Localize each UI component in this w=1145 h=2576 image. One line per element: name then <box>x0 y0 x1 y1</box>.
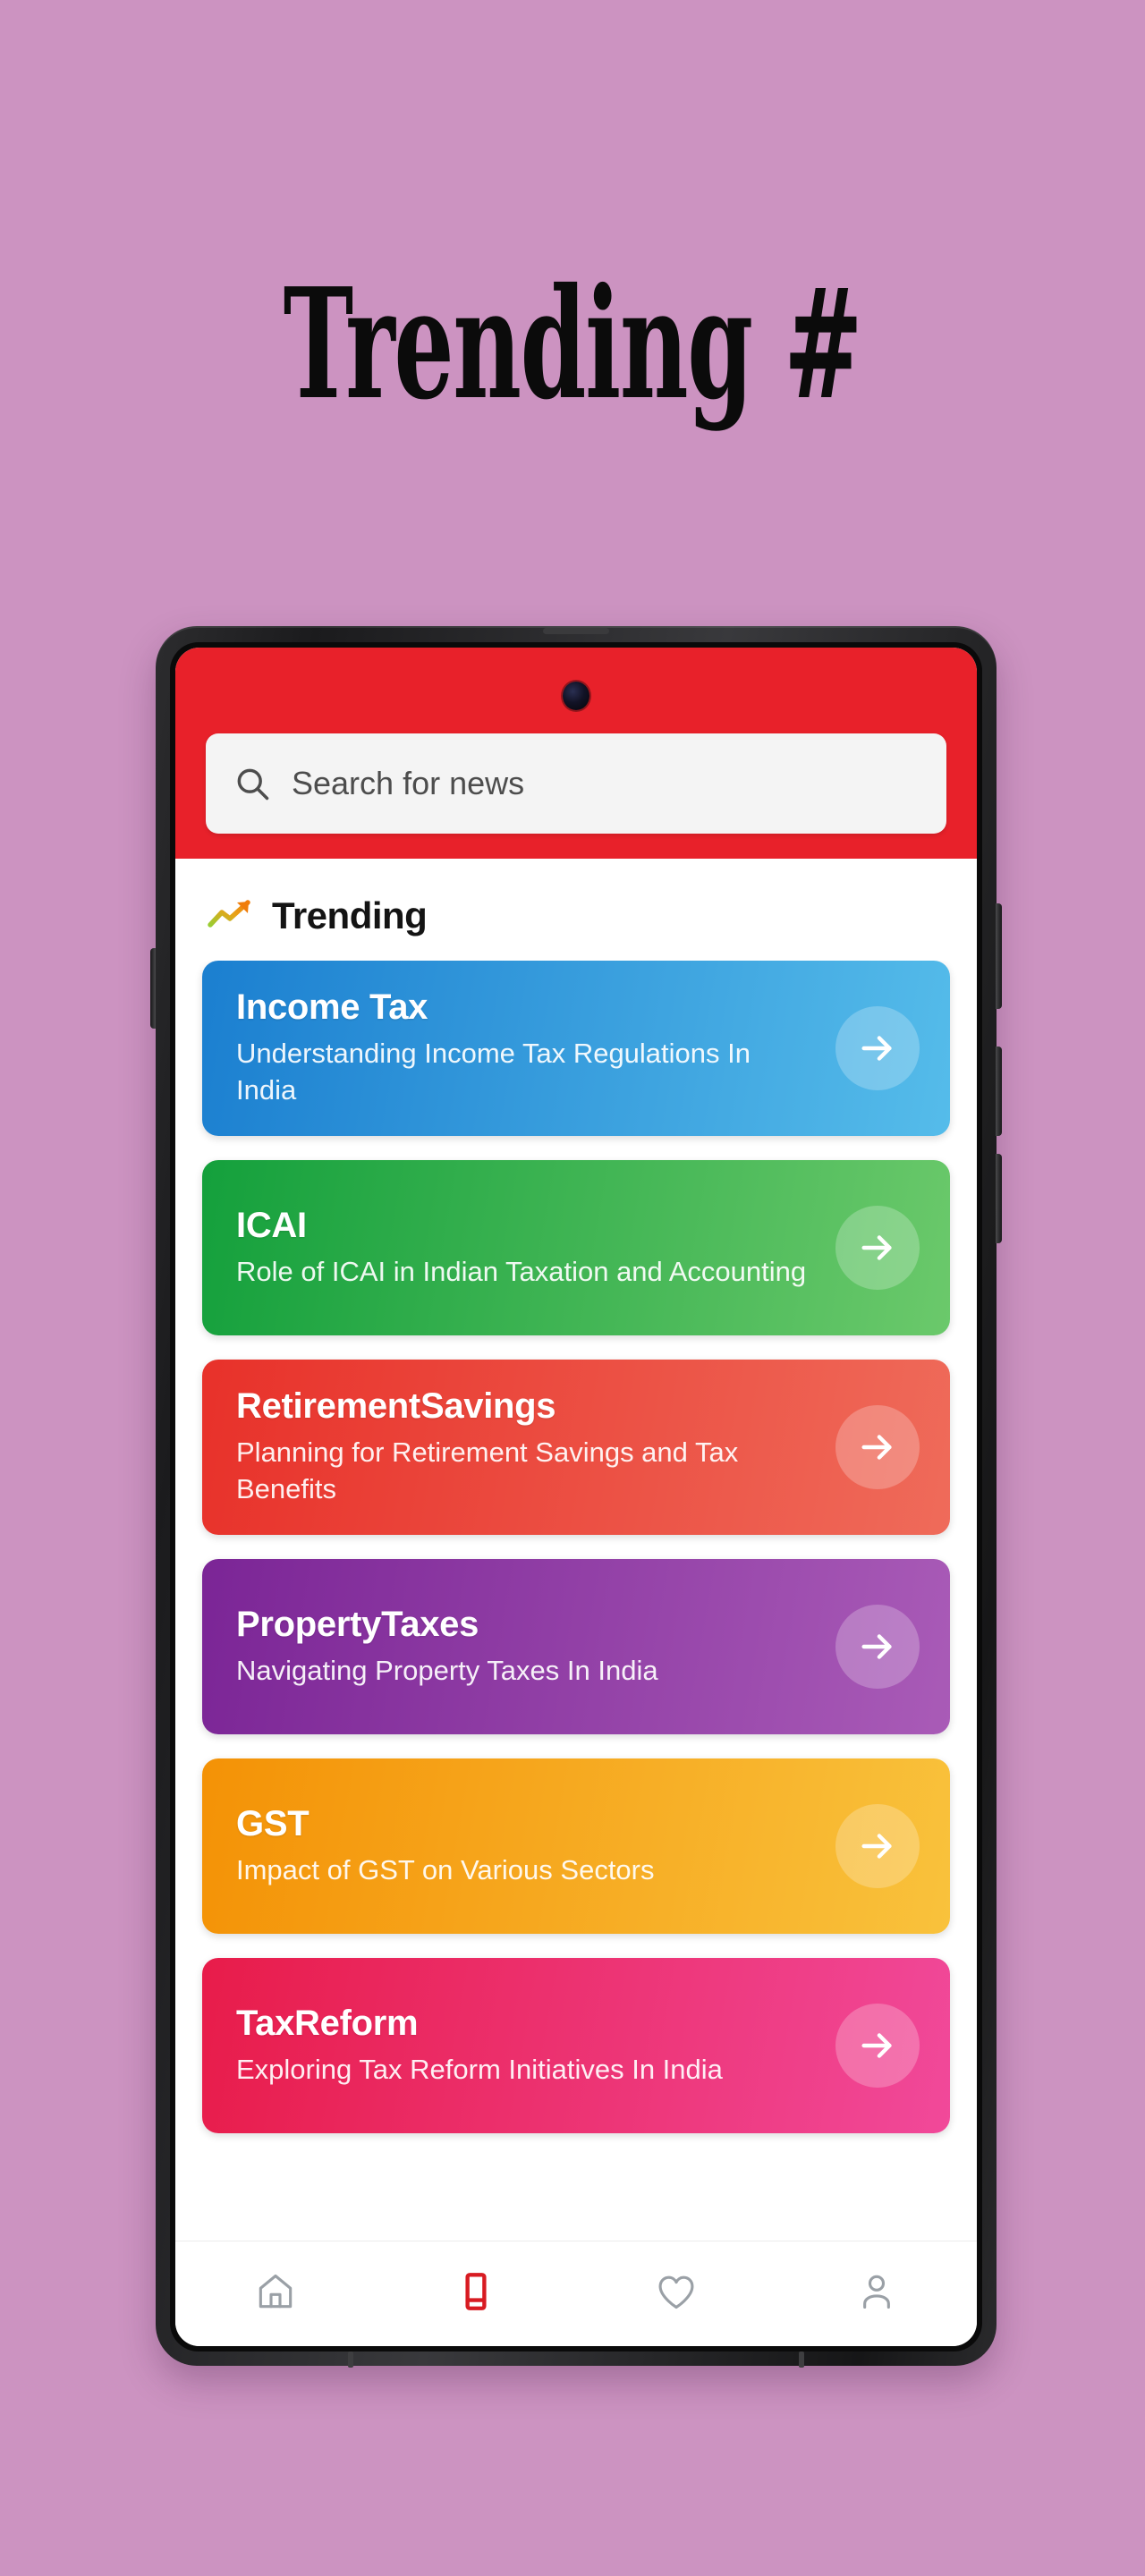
trending-card[interactable]: PropertyTaxes Navigating Property Taxes … <box>202 1559 950 1734</box>
trending-card[interactable]: RetirementSavings Planning for Retiremen… <box>202 1360 950 1535</box>
trending-card[interactable]: GST Impact of GST on Various Sectors <box>202 1758 950 1934</box>
bottom-navigation-bar <box>175 2241 977 2346</box>
nav-item-favorites[interactable] <box>576 2241 776 2346</box>
card-subtitle: Role of ICAI in Indian Taxation and Acco… <box>236 1255 807 1287</box>
trending-card[interactable]: TaxReform Exploring Tax Reform Initiativ… <box>202 1958 950 2133</box>
nav-item-home[interactable] <box>175 2241 376 2346</box>
arrow-right-icon[interactable] <box>835 1206 920 1290</box>
arrow-right-icon[interactable] <box>835 1006 920 1090</box>
front-camera-icon <box>563 682 589 710</box>
person-icon <box>854 2269 899 2318</box>
card-title: RetirementSavings <box>236 1386 556 1427</box>
card-subtitle: Navigating Property Taxes In India <box>236 1654 658 1686</box>
nav-item-news[interactable] <box>376 2241 576 2346</box>
arrow-right-icon[interactable] <box>835 1405 920 1489</box>
card-title: Income Tax <box>236 987 428 1028</box>
arrow-right-icon[interactable] <box>835 1605 920 1689</box>
left-side-button[interactable] <box>150 948 156 1029</box>
bottom-antenna-line-left <box>348 2351 353 2368</box>
trending-section-header: Trending <box>175 859 977 961</box>
page-title: Trending # <box>283 255 863 434</box>
bottom-antenna-line-right <box>799 2351 804 2368</box>
card-subtitle: Understanding Income Tax Regulations In … <box>236 1038 751 1106</box>
trending-card[interactable]: Income Tax Understanding Income Tax Regu… <box>202 961 950 1136</box>
earpiece-speaker <box>543 628 609 634</box>
trending-card[interactable]: ICAI Role of ICAI in Indian Taxation and… <box>202 1160 950 1335</box>
trending-up-icon <box>208 898 254 934</box>
card-subtitle: Planning for Retirement Savings and Tax … <box>236 1436 739 1504</box>
card-subtitle: Exploring Tax Reform Initiatives In Indi… <box>236 2053 723 2085</box>
news-icon <box>454 2269 498 2318</box>
trending-section-title: Trending <box>272 894 428 936</box>
nav-item-profile[interactable] <box>776 2241 977 2346</box>
app-header: Search for news <box>175 648 977 859</box>
search-placeholder-text: Search for news <box>292 765 525 801</box>
power-button[interactable] <box>996 903 1002 1009</box>
card-title: GST <box>236 1803 310 1843</box>
volume-up-button[interactable] <box>996 1046 1002 1136</box>
app-screen: Search for news Trending Income Tax Unde… <box>175 648 977 2346</box>
search-icon <box>233 764 272 803</box>
home-icon <box>253 2269 298 2318</box>
volume-down-button[interactable] <box>996 1154 1002 1243</box>
arrow-right-icon[interactable] <box>835 1804 920 1888</box>
phone-device-mockup: Search for news Trending Income Tax Unde… <box>150 626 1002 2368</box>
card-title: ICAI <box>236 1205 307 1245</box>
card-title: TaxReform <box>236 2003 419 2043</box>
search-input[interactable]: Search for news <box>206 733 946 834</box>
trending-card-list: Income Tax Understanding Income Tax Regu… <box>175 961 977 2241</box>
device-bezel: Search for news Trending Income Tax Unde… <box>170 642 982 2351</box>
arrow-right-icon[interactable] <box>835 2004 920 2088</box>
heart-icon <box>654 2269 699 2318</box>
card-title: PropertyTaxes <box>236 1604 479 1644</box>
card-subtitle: Impact of GST on Various Sectors <box>236 1853 655 1885</box>
